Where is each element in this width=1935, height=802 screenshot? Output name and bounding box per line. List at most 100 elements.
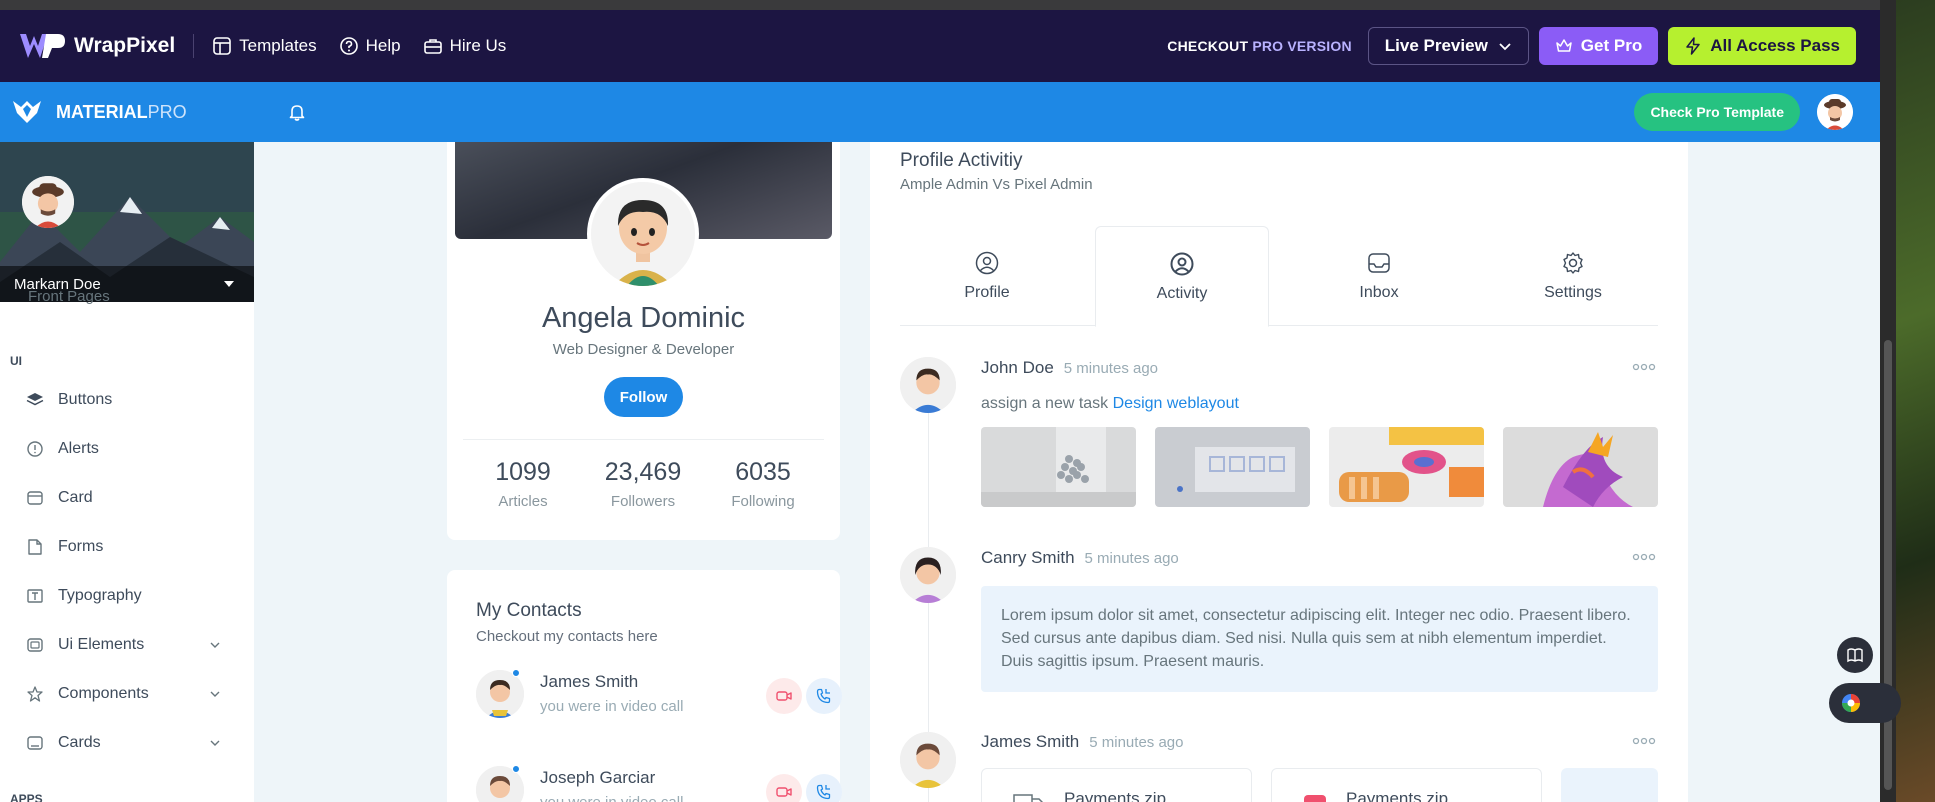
follow-button[interactable]: Follow xyxy=(604,377,683,417)
theme-customizer-button[interactable] xyxy=(1829,683,1901,723)
check-pro-template-button[interactable]: Check Pro Template xyxy=(1634,93,1800,131)
tab-inbox[interactable]: Inbox xyxy=(1292,226,1466,326)
stat-followers: 23,469 Followers xyxy=(583,458,703,510)
user-circle-icon xyxy=(1170,252,1194,275)
phone-call-button[interactable] xyxy=(806,774,842,802)
brand-light: PRO xyxy=(147,101,187,122)
sidebar-item-alerts[interactable]: Alerts xyxy=(26,434,236,464)
alert-circle-icon xyxy=(27,441,43,457)
sidebar-item-label: Front Pages xyxy=(28,288,110,305)
wp-nav-label: Templates xyxy=(239,36,317,55)
activity-image[interactable] xyxy=(1329,427,1484,507)
sidebar-item-front-pages[interactable]: Front Pages xyxy=(28,288,110,305)
user-avatar-icon xyxy=(22,176,74,228)
docs-float-button[interactable] xyxy=(1837,637,1873,673)
wp-nav-templates[interactable]: Templates xyxy=(212,36,317,56)
activity-entry-header: Canry Smith 5 minutes ago xyxy=(981,548,1179,568)
sidebar-item-card[interactable]: Card xyxy=(26,483,236,513)
profile-name: Angela Dominic xyxy=(541,302,746,334)
page-scrollbar[interactable] xyxy=(1880,0,1896,802)
activity-author[interactable]: James Smith xyxy=(981,732,1079,751)
user-avatar-icon xyxy=(476,670,524,718)
materialpro-logo-icon xyxy=(13,101,41,123)
sidebar-item-forms[interactable]: Forms xyxy=(26,532,236,562)
tab-activity[interactable]: Activity xyxy=(1095,226,1269,327)
header-actions: Check Pro Template xyxy=(1634,93,1853,131)
tab-label: Inbox xyxy=(1359,284,1399,301)
components-icon xyxy=(27,686,43,702)
checkout-suffix: VERSION xyxy=(1283,38,1352,54)
more-options-icon[interactable] xyxy=(1632,362,1656,372)
tab-label: Activity xyxy=(1156,284,1208,302)
user-avatar-icon xyxy=(900,357,956,413)
sidebar-item-label: Cards xyxy=(58,734,101,751)
video-call-button[interactable] xyxy=(766,774,802,802)
contact-name: Joseph Garciar xyxy=(540,768,656,787)
profile-role: Web Designer & Developer xyxy=(552,341,735,358)
templates-icon xyxy=(213,37,231,55)
video-call-button[interactable] xyxy=(766,678,802,714)
sidebar-item-typography[interactable]: Typography xyxy=(26,581,236,611)
contact-avatar xyxy=(476,670,524,718)
help-icon xyxy=(339,37,358,55)
all-access-button[interactable]: All Access Pass xyxy=(1668,27,1856,65)
image-thumbnail xyxy=(1329,427,1484,507)
layers-icon xyxy=(26,393,44,406)
get-pro-button[interactable]: Get Pro xyxy=(1538,27,1659,65)
stat-label: Followers xyxy=(610,493,676,510)
file-attachment[interactable]: Payments.zip xyxy=(1271,768,1542,802)
more-options-icon[interactable] xyxy=(1632,552,1656,562)
book-icon xyxy=(1847,648,1863,663)
stat-label: Articles xyxy=(498,493,548,510)
chevron-down-icon xyxy=(210,691,220,697)
sidebar-section-ui: UI xyxy=(10,354,22,368)
phone-call-button[interactable] xyxy=(806,678,842,714)
truck-icon xyxy=(1013,794,1044,802)
forms-icon xyxy=(28,539,42,555)
sidebar-item-cards[interactable]: Cards xyxy=(26,728,236,758)
contact-item[interactable]: James Smith you were in video call xyxy=(476,669,842,724)
checkout-prefix: CHECKOUT xyxy=(1167,38,1253,54)
activity-image[interactable] xyxy=(1155,427,1310,507)
wp-nav-help[interactable]: Help xyxy=(339,36,401,56)
checkout-pro-link[interactable]: CHECKOUT PRO VERSION xyxy=(1167,38,1352,54)
wp-nav-label: Hire Us xyxy=(449,36,507,55)
task-prefix: assign a new task xyxy=(981,395,1113,412)
online-status-dot xyxy=(512,765,520,773)
image-thumbnail xyxy=(1155,427,1310,507)
task-link[interactable]: Design weblayout xyxy=(1113,395,1239,412)
live-preview-dropdown[interactable]: Live Preview xyxy=(1367,27,1529,65)
sidebar-item-label: Components xyxy=(58,685,149,702)
sidebar-item-components[interactable]: Components xyxy=(26,679,236,709)
activity-author[interactable]: John Doe xyxy=(981,358,1054,377)
image-thumbnail xyxy=(981,427,1136,507)
image-thumbnail xyxy=(1503,427,1658,507)
materialpro-logo[interactable]: MATERIAL PRO xyxy=(12,99,187,125)
tab-profile[interactable]: Profile xyxy=(900,226,1074,326)
activity-title: Profile Activitiy xyxy=(900,150,1023,171)
activity-image[interactable] xyxy=(1503,427,1658,507)
activity-author[interactable]: Canry Smith xyxy=(981,548,1075,567)
activity-entry-header: James Smith 5 minutes ago xyxy=(981,732,1183,752)
tab-settings[interactable]: Settings xyxy=(1486,226,1660,326)
brand-bold: MATERIAL xyxy=(56,101,148,122)
sidebar-item-label: Typography xyxy=(58,587,142,604)
file-attachment[interactable]: Payments.zip xyxy=(981,768,1252,802)
sidebar-item-label: Ui Elements xyxy=(58,636,145,653)
sidebar-avatar[interactable] xyxy=(22,176,74,228)
activity-quote: Lorem ipsum dolor sit amet, consectetur … xyxy=(981,586,1658,692)
sidebar-item-buttons[interactable]: Buttons xyxy=(26,385,236,415)
header-avatar[interactable] xyxy=(1817,94,1853,130)
contact-item[interactable]: Joseph Garciar you were in video call xyxy=(476,765,842,802)
bell-icon[interactable] xyxy=(287,102,307,122)
all-access-label: All Access Pass xyxy=(1710,36,1840,55)
phone-icon xyxy=(816,784,831,800)
wp-nav-hire-us[interactable]: Hire Us xyxy=(423,36,507,56)
more-options-icon[interactable] xyxy=(1632,736,1656,746)
sidebar-item-ui-elements[interactable]: Ui Elements xyxy=(26,630,236,660)
file-name: Payments.zip xyxy=(1346,789,1449,802)
wrappixel-logo[interactable]: WrapPixel xyxy=(18,32,175,60)
bolt-icon xyxy=(1686,37,1700,55)
tab-label: Profile xyxy=(964,284,1010,301)
activity-image[interactable] xyxy=(981,427,1136,507)
